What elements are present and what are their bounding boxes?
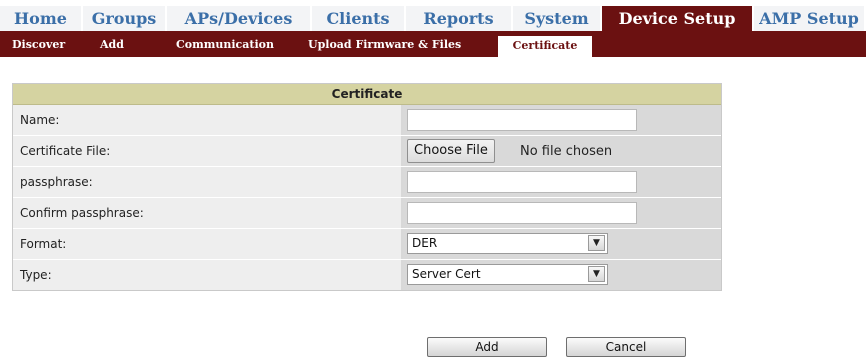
subtab-discover[interactable]: Discover xyxy=(12,33,65,57)
passphrase-input[interactable] xyxy=(407,171,637,193)
type-selected-value: Server Cert xyxy=(412,267,481,281)
cancel-button[interactable]: Cancel xyxy=(566,337,686,357)
tab-device-setup[interactable]: Device Setup xyxy=(602,6,754,32)
confirm-passphrase-label: Confirm passphrase: xyxy=(13,198,401,228)
confirm-passphrase-input[interactable] xyxy=(407,202,637,224)
certificate-file-control: Choose File No file chosen xyxy=(403,136,721,166)
chevron-down-icon[interactable]: ▼ xyxy=(588,266,605,282)
tab-aps-devices[interactable]: APs/Devices xyxy=(167,6,312,32)
form-header: Certificate xyxy=(13,84,721,105)
tab-system[interactable]: System xyxy=(513,6,602,32)
format-select[interactable]: DER ▼ xyxy=(407,233,608,254)
sub-navigation: Discover Add Communication Upload Firmwa… xyxy=(0,33,866,57)
row-certificate-file: Certificate File: Choose File No file ch… xyxy=(13,136,721,167)
row-passphrase: passphrase: xyxy=(13,167,721,198)
row-confirm-passphrase: Confirm passphrase: xyxy=(13,198,721,229)
format-control: DER ▼ xyxy=(403,229,721,259)
subtab-communication[interactable]: Communication xyxy=(176,33,274,57)
tab-groups[interactable]: Groups xyxy=(83,6,167,32)
type-label: Type: xyxy=(13,260,401,290)
row-format: Format: DER ▼ xyxy=(13,229,721,260)
tab-amp-setup[interactable]: AMP Setup xyxy=(754,6,866,32)
tab-clients[interactable]: Clients xyxy=(312,6,406,32)
name-label: Name: xyxy=(13,105,401,135)
chevron-down-icon[interactable]: ▼ xyxy=(588,235,605,251)
confirm-passphrase-control xyxy=(403,198,721,228)
tab-reports[interactable]: Reports xyxy=(406,6,513,32)
format-label: Format: xyxy=(13,229,401,259)
name-input[interactable] xyxy=(407,109,637,131)
subtab-upload-firmware[interactable]: Upload Firmware & Files xyxy=(308,33,461,57)
passphrase-control xyxy=(403,167,721,197)
row-name: Name: xyxy=(13,105,721,136)
certificate-file-label: Certificate File: xyxy=(13,136,401,166)
top-navigation: Home Groups APs/Devices Clients Reports … xyxy=(0,0,866,33)
subtab-add[interactable]: Add xyxy=(100,33,124,57)
add-button[interactable]: Add xyxy=(427,337,547,357)
row-type: Type: Server Cert ▼ xyxy=(13,260,721,290)
certificate-form: Certificate Name: Certificate File: Choo… xyxy=(12,83,722,291)
name-control xyxy=(403,105,721,135)
tab-home[interactable]: Home xyxy=(0,6,83,32)
choose-file-button[interactable]: Choose File xyxy=(407,139,495,163)
passphrase-label: passphrase: xyxy=(13,167,401,197)
type-select[interactable]: Server Cert ▼ xyxy=(407,264,608,285)
subtab-certificate[interactable]: Certificate xyxy=(498,36,592,57)
format-selected-value: DER xyxy=(412,236,438,250)
type-control: Server Cert ▼ xyxy=(403,260,721,290)
file-status-text: No file chosen xyxy=(520,143,613,159)
